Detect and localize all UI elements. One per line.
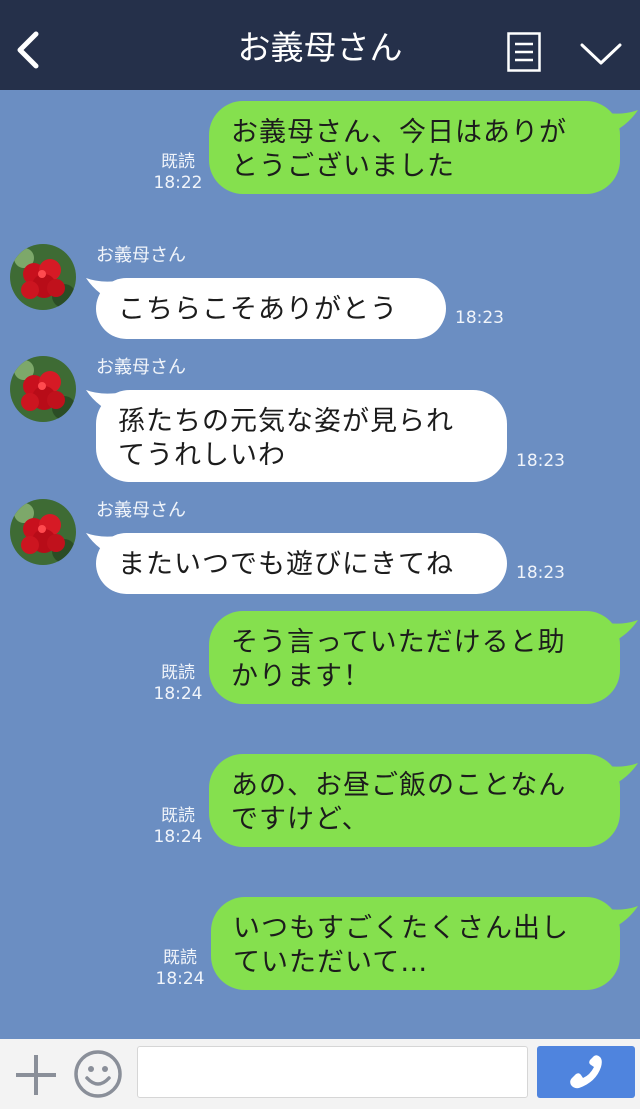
avatar[interactable] [10,356,76,422]
message-bubble[interactable]: またいつでも遊びにきてね [96,533,507,594]
read-status: 既読 [161,806,195,826]
chevron-down-icon[interactable] [580,42,622,66]
read-status: 既読 [161,152,195,172]
plus-icon[interactable] [14,1053,58,1097]
chat-header: お義母さん [0,0,640,90]
list-icon[interactable] [507,32,541,72]
read-receipt: 既読 18:24 [150,948,210,990]
message-text-line: ですけど、 [231,804,370,835]
message-text-line: ていただいて… [233,947,429,978]
smiley-icon[interactable] [73,1049,123,1099]
message-input-bar [0,1039,640,1109]
read-status: 既読 [163,948,197,968]
message-bubble[interactable]: こちらこそありがとう [96,278,446,339]
message-bubble[interactable]: あの、お昼ご飯のことなん ですけど、 [209,754,620,847]
message-time: 18:23 [516,563,565,583]
message-bubble[interactable]: 孫たちの元気な姿が見られ てうれしいわ [96,390,507,482]
sender-name: お義母さん [96,357,186,378]
message-time: 18:24 [153,827,203,847]
read-receipt: 既読 18:22 [148,152,208,194]
message-bubble[interactable]: そう言っていただけると助 かります！ [209,611,620,704]
message-bubble[interactable]: お義母さん、今日はありが とうございました [209,101,620,194]
sender-name: お義母さん [96,500,186,521]
avatar[interactable] [10,244,76,310]
message-text-line: お義母さん、今日はありが [231,117,567,148]
message-time: 18:24 [155,969,205,989]
message-time: 18:22 [153,173,203,193]
read-status: 既読 [161,663,195,683]
message-text-line: あの、お昼ご飯のことなん [231,770,567,801]
message-text-line: いつもすごくたくさん出し [233,913,569,944]
message-text-line: とうございました [231,151,455,182]
read-receipt: 既読 18:24 [148,806,208,848]
message-time: 18:24 [153,684,203,704]
message-text-line: 孫たちの元気な姿が見られ [118,406,454,437]
message-bubble[interactable]: いつもすごくたくさん出し ていただいて… [211,897,620,990]
chevron-left-icon[interactable] [14,30,40,70]
message-text-line: またいつでも遊びにきてね [118,549,454,580]
read-receipt: 既読 18:24 [148,663,208,705]
message-time: 18:23 [516,451,565,471]
message-text-line: かります！ [231,661,371,692]
sender-name: お義母さん [96,245,186,266]
chat-title: お義母さん [237,28,403,67]
message-text-line: そう言っていただけると助 [231,627,566,658]
message-time: 18:23 [455,308,504,328]
message-text-line: こちらこそありがとう [118,294,398,325]
message-text-line: てうれしいわ [118,440,286,471]
phone-icon [570,1055,602,1089]
message-input[interactable] [137,1046,528,1098]
call-button[interactable] [537,1046,635,1098]
avatar[interactable] [10,499,76,565]
